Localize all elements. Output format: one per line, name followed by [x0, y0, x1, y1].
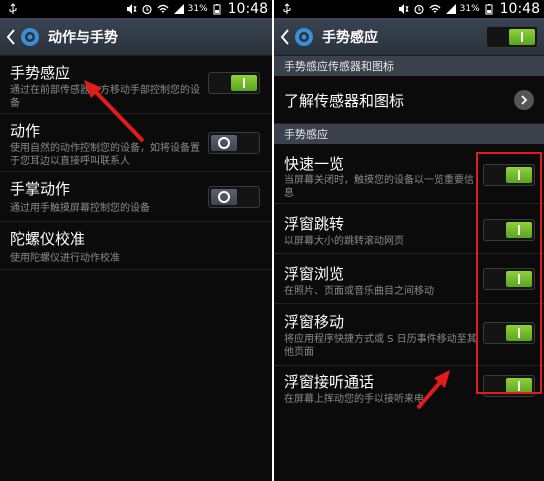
battery-icon: [482, 2, 496, 16]
row-desc: 使用自然的动作控制您的设备，如将设备置于您耳边以直接呼叫联系人: [10, 143, 200, 167]
clock: 10:48: [227, 1, 268, 17]
air-move-toggle[interactable]: [483, 322, 535, 344]
row-title: 动作: [10, 122, 41, 140]
air-jump-row[interactable]: 浮窗跳转 以屏幕大小的跳转滚动网页: [274, 204, 544, 254]
row-desc: 通过在前部传感器上方移动手部控制您的设备: [10, 85, 200, 109]
row-title: 浮窗浏览: [284, 265, 345, 283]
motion-toggle[interactable]: [208, 132, 260, 154]
air-browse-row[interactable]: 浮窗浏览 在照片、页面或音乐曲目之间移动: [274, 254, 544, 304]
status-bar: 31% 10:48: [0, 0, 272, 18]
page-title: 手势感应: [322, 29, 378, 46]
palm-motion-toggle[interactable]: [208, 186, 260, 208]
row-title: 手掌动作: [10, 180, 71, 198]
wifi-icon: [428, 2, 442, 16]
alarm-icon: [412, 2, 426, 16]
chevron-right-icon[interactable]: [514, 90, 534, 110]
wifi-icon: [156, 2, 170, 16]
air-call-accept-row[interactable]: 浮窗接听通话 在屏幕上挥动您的手以接听来电: [274, 366, 544, 420]
row-title: 浮窗接听通话: [284, 373, 375, 391]
palm-motion-row[interactable]: 手掌动作 通过用手触摸屏幕控制您的设备: [0, 172, 272, 222]
gyroscope-calibration-row[interactable]: 陀螺仪校准 使用陀螺仪进行动作校准: [0, 222, 272, 270]
row-title: 陀螺仪校准: [10, 230, 86, 248]
right-screen: 31% 10:48 手势感应 手势感应传感器和图标 了解传感器和图标 手势感应 …: [274, 0, 544, 481]
mute-icon: [396, 2, 410, 16]
battery-icon: [210, 2, 224, 16]
usb-icon: [6, 2, 20, 16]
row-desc: 在屏幕上挥动您的手以接听来电: [284, 394, 424, 405]
air-browse-toggle[interactable]: [483, 268, 535, 290]
section-header-sensor: 手势感应传感器和图标: [274, 56, 544, 76]
status-bar: 31% 10:48: [274, 0, 544, 18]
page-title: 动作与手势: [48, 29, 118, 46]
master-gesture-toggle[interactable]: [486, 25, 538, 48]
row-title: 浮窗跳转: [284, 215, 345, 233]
row-title: 浮窗移动: [284, 313, 345, 331]
clock: 10:48: [499, 1, 540, 17]
row-desc: 通过用手触摸屏幕控制您的设备: [10, 203, 150, 214]
learn-sensor-row[interactable]: 了解传感器和图标: [274, 76, 544, 124]
motion-row[interactable]: 动作 使用自然的动作控制您的设备，如将设备置于您耳边以直接呼叫联系人: [0, 114, 272, 172]
quick-glance-row[interactable]: 快速一览 当屏幕关闭时，触摸您的设备以一览重要信息: [274, 144, 544, 204]
row-title: 手势感应: [10, 64, 71, 82]
action-bar: 动作与手势: [0, 18, 272, 56]
air-call-accept-toggle[interactable]: [483, 375, 535, 397]
air-move-row[interactable]: 浮窗移动 将应用程序快捷方式或 S 日历事件移动至其他页面: [274, 304, 544, 366]
section-header-gesture: 手势感应: [274, 124, 544, 144]
battery-percent: 31%: [187, 4, 208, 14]
battery-percent: 31%: [459, 4, 480, 14]
air-jump-toggle[interactable]: [483, 219, 535, 241]
signal-icon: [444, 2, 458, 16]
usb-icon: [280, 2, 294, 16]
action-bar: 手势感应: [274, 18, 544, 56]
row-desc: 使用陀螺仪进行动作校准: [10, 253, 120, 264]
settings-gear-icon: [18, 25, 42, 49]
signal-icon: [172, 2, 186, 16]
row-desc: 在照片、页面或音乐曲目之间移动: [284, 286, 434, 297]
row-desc: 将应用程序快捷方式或 S 日历事件移动至其他页面: [284, 334, 477, 358]
mute-icon: [124, 2, 138, 16]
row-desc: 当屏幕关闭时，触摸您的设备以一览重要信息: [284, 175, 474, 199]
gesture-sensing-toggle[interactable]: [208, 72, 260, 94]
quick-glance-toggle[interactable]: [483, 164, 535, 186]
alarm-icon: [140, 2, 154, 16]
back-icon[interactable]: [280, 27, 290, 47]
row-desc: 以屏幕大小的跳转滚动网页: [284, 236, 404, 247]
left-screen: 31% 10:48 动作与手势 手势感应 通过在前部传感器上方移动手部控制您的设…: [0, 0, 272, 481]
back-icon[interactable]: [6, 27, 16, 47]
row-title: 快速一览: [284, 155, 345, 173]
settings-gear-icon: [292, 25, 316, 49]
row-title: 了解传感器和图标: [284, 92, 405, 110]
gesture-sensing-row[interactable]: 手势感应 通过在前部传感器上方移动手部控制您的设备: [0, 56, 272, 114]
